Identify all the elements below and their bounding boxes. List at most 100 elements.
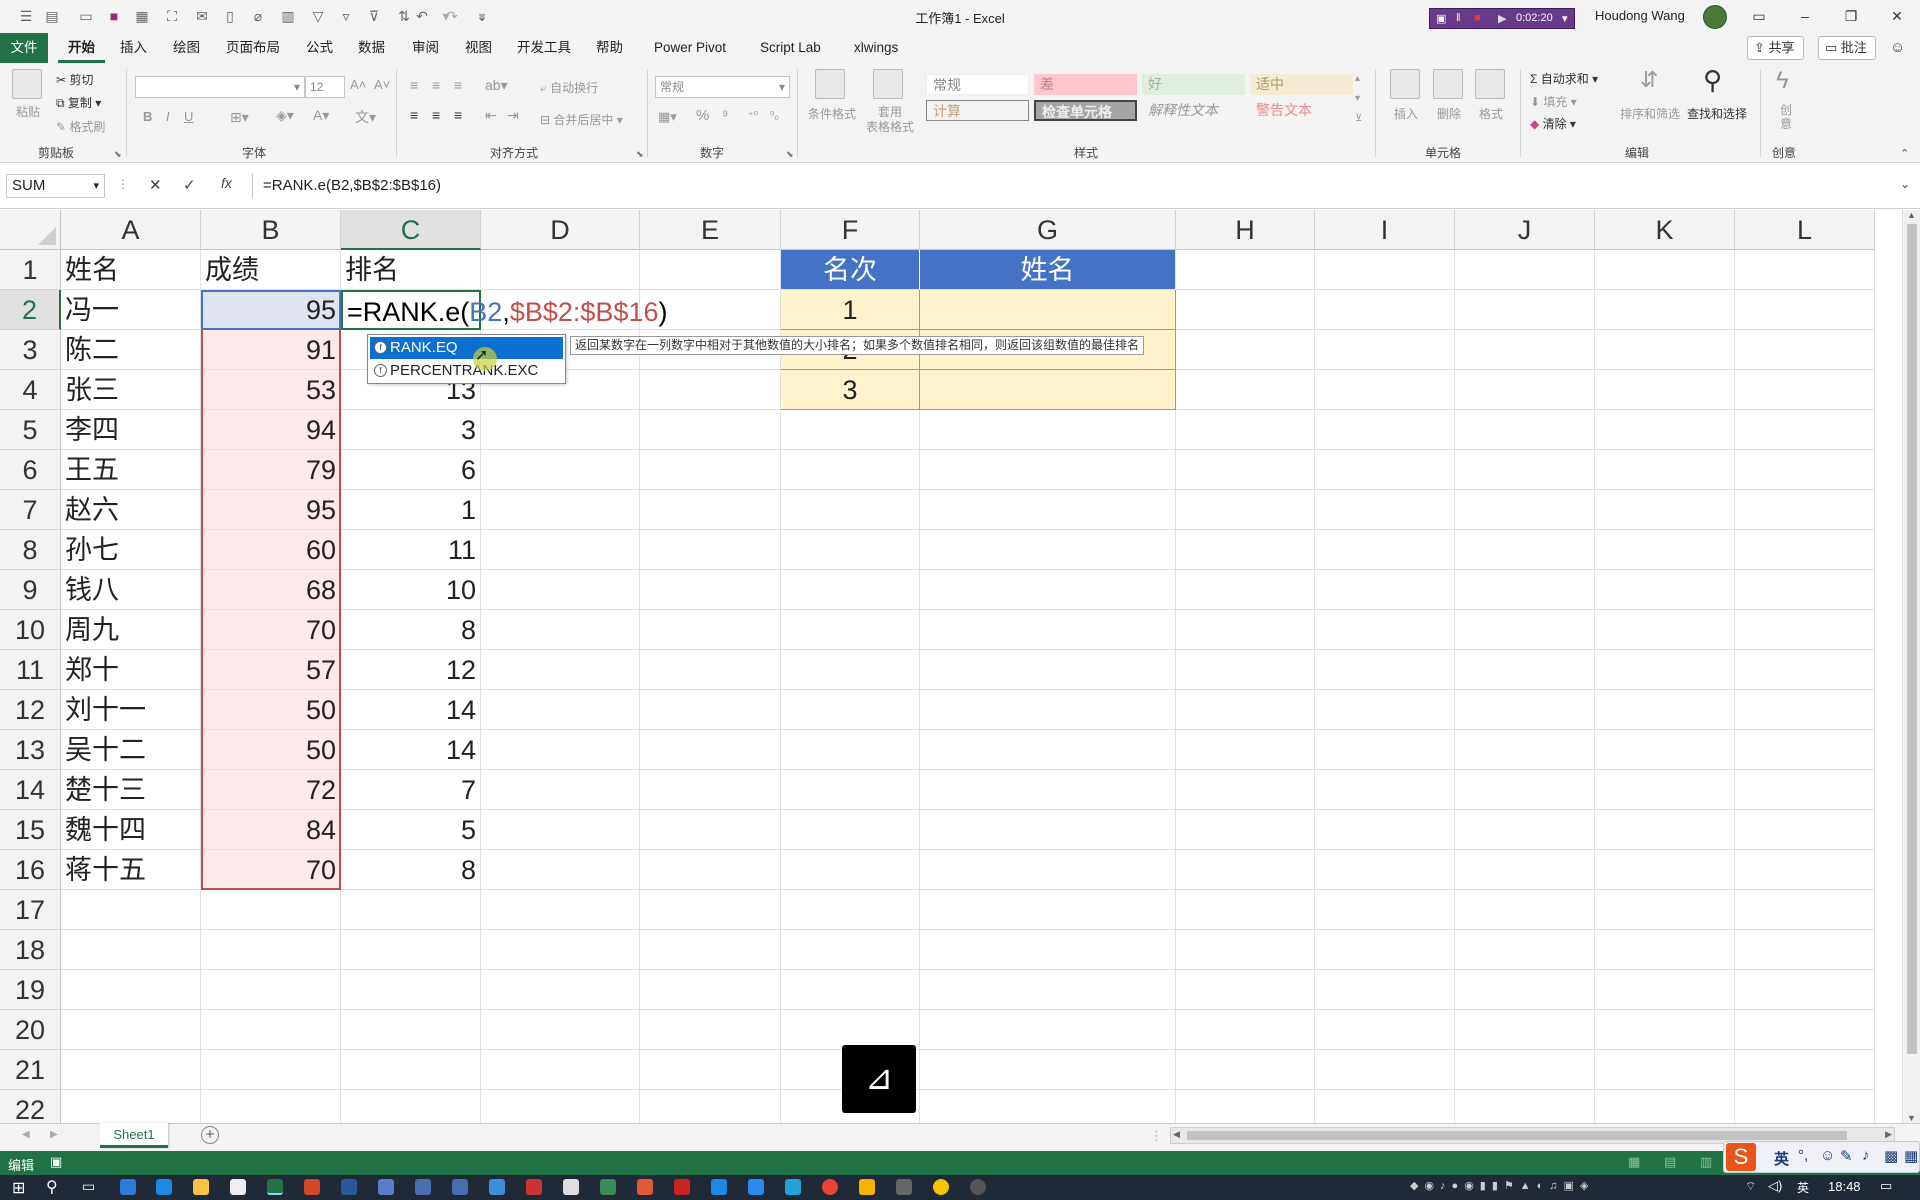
cell-j16[interactable]: [1455, 850, 1595, 890]
cell-e19[interactable]: [640, 970, 781, 1010]
cell-j21[interactable]: [1455, 1050, 1595, 1090]
row-header-2[interactable]: 2: [0, 290, 61, 330]
rank-cell[interactable]: 8: [341, 850, 481, 890]
app-icon-4[interactable]: [526, 1179, 542, 1195]
page-layout-view-icon[interactable]: ▤: [1664, 1154, 1676, 1170]
cell-e16[interactable]: [640, 850, 781, 890]
row-header-21[interactable]: 21: [0, 1050, 61, 1090]
tab-power-pivot[interactable]: Power Pivot: [644, 33, 736, 63]
scroll-up-icon[interactable]: ▲: [1907, 210, 1916, 220]
tab-help[interactable]: 帮助: [586, 33, 633, 63]
border-icon[interactable]: ⊞▾: [230, 109, 249, 126]
cell-g16[interactable]: [920, 850, 1176, 890]
name-cell[interactable]: 楚十三: [61, 770, 201, 810]
mic-icon[interactable]: ♪: [1862, 1147, 1870, 1164]
cell-k2[interactable]: [1595, 290, 1735, 330]
cell-b17[interactable]: [201, 890, 341, 930]
normal-view-icon[interactable]: ▦: [1628, 1154, 1640, 1170]
rank-cell[interactable]: 6: [341, 450, 481, 490]
cell-h14[interactable]: [1176, 770, 1315, 810]
cell-e13[interactable]: [640, 730, 781, 770]
cell-l20[interactable]: [1735, 1010, 1875, 1050]
increase-indent-icon[interactable]: ⇥: [507, 107, 519, 124]
cell-k8[interactable]: [1595, 530, 1735, 570]
cell-h16[interactable]: [1176, 850, 1315, 890]
enter-icon[interactable]: ✓: [183, 176, 196, 194]
column-header-h[interactable]: H: [1176, 210, 1315, 250]
cell-e6[interactable]: [640, 450, 781, 490]
cell-j7[interactable]: [1455, 490, 1595, 530]
app-icon-7[interactable]: [637, 1179, 653, 1195]
cell-d13[interactable]: [481, 730, 640, 770]
style-bad[interactable]: 差: [1034, 74, 1137, 95]
cell-f5[interactable]: [781, 410, 920, 450]
app-icon-13[interactable]: [896, 1179, 912, 1195]
cell-l14[interactable]: [1735, 770, 1875, 810]
number-format-select[interactable]: 常规 ▾: [655, 76, 790, 98]
cell-b22[interactable]: [201, 1090, 341, 1123]
cell-l16[interactable]: [1735, 850, 1875, 890]
cell-g12[interactable]: [920, 690, 1176, 730]
cell-i3[interactable]: [1315, 330, 1455, 370]
cell-h21[interactable]: [1176, 1050, 1315, 1090]
style-calculation[interactable]: 计算: [926, 100, 1029, 121]
style-scroll-down-icon[interactable]: ▾: [1355, 93, 1360, 104]
cell-i16[interactable]: [1315, 850, 1455, 890]
task-view-icon[interactable]: ▭: [82, 1178, 95, 1195]
create-button[interactable]: 创 意: [1780, 103, 1792, 131]
cell-k12[interactable]: [1595, 690, 1735, 730]
ime-toolbar[interactable]: S 英 °, ☺ ✎ ♪ ▩ ▦: [1723, 1141, 1920, 1173]
tab-developer[interactable]: 开发工具: [507, 33, 581, 63]
cell-d5[interactable]: [481, 410, 640, 450]
cell-l8[interactable]: [1735, 530, 1875, 570]
cell-g6[interactable]: [920, 450, 1176, 490]
align-top-icon[interactable]: ≡: [410, 77, 418, 93]
cell-i10[interactable]: [1315, 610, 1455, 650]
edge-icon[interactable]: [120, 1179, 136, 1195]
cell-i5[interactable]: [1315, 410, 1455, 450]
name-cell[interactable]: 蒋十五: [61, 850, 201, 890]
tab-draw[interactable]: 绘图: [163, 33, 210, 63]
name-cell[interactable]: 王五: [61, 450, 201, 490]
cell-f8[interactable]: [781, 530, 920, 570]
cell-l11[interactable]: [1735, 650, 1875, 690]
play-icon[interactable]: ▶: [1498, 12, 1506, 25]
lookup-header-rank[interactable]: 名次: [781, 250, 920, 290]
rank-cell[interactable]: 10: [341, 570, 481, 610]
cell-k18[interactable]: [1595, 930, 1735, 970]
rank-cell[interactable]: 11: [341, 530, 481, 570]
tab-script-lab[interactable]: Script Lab: [750, 33, 831, 63]
column-header-k[interactable]: K: [1595, 210, 1735, 250]
ime-language[interactable]: 英: [1774, 1148, 1789, 1169]
row-header-14[interactable]: 14: [0, 770, 61, 810]
style-explanatory[interactable]: 解释性文本: [1142, 100, 1245, 121]
cell-k15[interactable]: [1595, 810, 1735, 850]
row-header-12[interactable]: 12: [0, 690, 61, 730]
cell-h20[interactable]: [1176, 1010, 1315, 1050]
cell-i7[interactable]: [1315, 490, 1455, 530]
row-header-20[interactable]: 20: [0, 1010, 61, 1050]
cell-c19[interactable]: [341, 970, 481, 1010]
cell-e10[interactable]: [640, 610, 781, 650]
cell-k16[interactable]: [1595, 850, 1735, 890]
windows-start-icon[interactable]: ⊞: [12, 1178, 25, 1198]
style-warning[interactable]: 警告文本: [1250, 100, 1353, 121]
cell-k1[interactable]: [1595, 250, 1735, 290]
app-icon-10[interactable]: [748, 1179, 764, 1195]
name-cell[interactable]: 钱八: [61, 570, 201, 610]
cell-g15[interactable]: [920, 810, 1176, 850]
cell-i1[interactable]: [1315, 250, 1455, 290]
cell-j22[interactable]: [1455, 1090, 1595, 1123]
row-header-17[interactable]: 17: [0, 890, 61, 930]
cell-d12[interactable]: [481, 690, 640, 730]
scroll-thumb[interactable]: [1187, 1131, 1847, 1140]
cell-h4[interactable]: [1176, 370, 1315, 410]
app-icon-8[interactable]: [674, 1179, 690, 1195]
cell-j12[interactable]: [1455, 690, 1595, 730]
minimize-icon[interactable]: –: [1795, 6, 1815, 26]
cell-h17[interactable]: [1176, 890, 1315, 930]
cell-k20[interactable]: [1595, 1010, 1735, 1050]
cell-l1[interactable]: [1735, 250, 1875, 290]
cell-i20[interactable]: [1315, 1010, 1455, 1050]
sort-filter-icon[interactable]: ⇵: [1640, 67, 1658, 93]
